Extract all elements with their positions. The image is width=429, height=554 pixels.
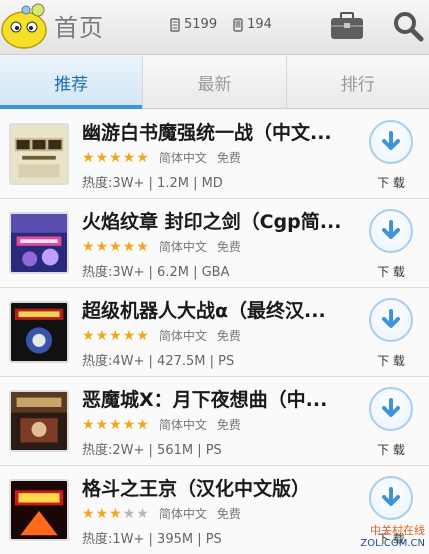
star-icon: ★ [95, 238, 109, 255]
game-thumbnail [9, 301, 69, 363]
rating-stars: ★ ★ ★ ★ ★ [82, 507, 149, 521]
tab-bar: 推荐 最新 排行 [0, 56, 429, 109]
star-icon: ★ [136, 327, 149, 344]
rating-stars: ★ ★ ★ ★ ★ [82, 240, 149, 254]
game-language: 简体中文 [158, 507, 207, 521]
game-meta: ★ ★ ★ ★ ★ 简体中文 免费 [82, 238, 241, 255]
star-icon: ★ [95, 416, 109, 433]
star-empty-icon: ★ [122, 505, 136, 522]
download-button[interactable]: 下 载 [369, 298, 415, 370]
search-icon[interactable] [392, 10, 424, 42]
game-language: 简体中文 [158, 329, 207, 343]
star-icon: ★ [82, 416, 95, 433]
game-thumbnail [9, 479, 69, 541]
game-price: 免费 [216, 329, 241, 343]
star-icon: ★ [122, 416, 136, 433]
game-price: 免费 [216, 151, 241, 165]
game-info: 热度:2W+ | 561M | PS [82, 443, 222, 458]
game-thumbnail [9, 123, 69, 185]
list-item[interactable]: 超级机器人大战α（最终汉... ★ ★ ★ ★ ★ 简体中文 免费 热度:4W+ | 4… [0, 288, 429, 377]
list-item[interactable]: 恶魔城X：月下夜想曲（中... ★ ★ ★ ★ ★ 简体中文 免费 热度:2W+ | 5… [0, 377, 429, 466]
game-thumbnail [9, 212, 69, 274]
rating-stars: ★ ★ ★ ★ ★ [82, 418, 149, 432]
watermark: 中关村在线 ZOL.COM.CN [360, 524, 425, 550]
game-meta: ★ ★ ★ ★ ★ 简体中文 免费 [82, 149, 241, 166]
star-icon: ★ [95, 149, 109, 166]
download-label: 下 载 [377, 443, 405, 457]
game-thumbnail [9, 390, 69, 452]
star-icon: ★ [82, 149, 95, 166]
star-icon: ★ [122, 327, 136, 344]
download-button[interactable]: 下 载 [369, 120, 415, 192]
download-arrow-icon [382, 131, 400, 150]
game-language: 简体中文 [158, 240, 207, 254]
tab-recommended[interactable]: 推荐 [0, 56, 143, 109]
list-item[interactable]: 火焰纹章 封印之剑（Cgp简... ★ ★ ★ ★ ★ 简体中文 免费 热度:3W+ |… [0, 199, 429, 288]
page-title: 首页 [54, 14, 104, 42]
star-icon: ★ [136, 149, 149, 166]
star-icon: ★ [95, 505, 109, 522]
download-arrow-icon [382, 309, 400, 328]
star-icon: ★ [82, 505, 95, 522]
star-icon: ★ [136, 238, 149, 255]
star-icon: ★ [109, 149, 122, 166]
game-list: 幽游白书魔强统一战（中文... ★ ★ ★ ★ ★ 简体中文 免费 热度:3W+ | 1… [0, 110, 429, 554]
game-language: 简体中文 [158, 418, 207, 432]
game-title[interactable]: 恶魔城X：月下夜想曲（中... [82, 385, 362, 412]
tab-ranking[interactable]: 排行 [285, 56, 429, 108]
toolbox-icon[interactable] [330, 12, 364, 40]
watermark-line2: ZOL.COM.CN [360, 538, 425, 549]
download-label: 下 载 [377, 176, 405, 190]
download-button[interactable]: 下 载 [369, 209, 415, 281]
star-icon: ★ [122, 149, 136, 166]
download-label: 下 载 [377, 354, 405, 368]
game-language: 简体中文 [158, 151, 207, 165]
game-title[interactable]: 幽游白书魔强统一战（中文... [82, 118, 362, 145]
download-arrow-icon [382, 220, 400, 239]
game-meta: ★ ★ ★ ★ ★ 简体中文 免费 [82, 505, 241, 522]
games-count: 5199 [184, 17, 218, 32]
star-icon: ★ [109, 416, 122, 433]
download-arrow-icon [382, 487, 400, 506]
star-icon: ★ [109, 238, 122, 255]
star-icon: ★ [109, 327, 122, 344]
star-empty-icon: ★ [136, 505, 149, 522]
star-icon: ★ [109, 505, 122, 522]
game-info: 热度:1W+ | 395M | PS [82, 532, 222, 547]
game-meta: ★ ★ ★ ★ ★ 简体中文 免费 [82, 416, 241, 433]
star-icon: ★ [95, 327, 109, 344]
tab-latest[interactable]: 最新 [142, 56, 285, 108]
star-icon: ★ [136, 416, 149, 433]
star-icon: ★ [82, 238, 95, 255]
game-price: 免费 [216, 507, 241, 521]
phone-icon [233, 17, 243, 32]
apps-count: 194 [247, 17, 272, 32]
star-icon: ★ [122, 238, 136, 255]
list-item[interactable]: 幽游白书魔强统一战（中文... ★ ★ ★ ★ ★ 简体中文 免费 热度:3W+ | 1… [0, 110, 429, 199]
download-arrow-icon [382, 398, 400, 417]
game-info: 热度:4W+ | 427.5M | PS [82, 354, 235, 369]
stats-bar: 5199 194 [170, 17, 272, 32]
game-info: 热度:3W+ | 6.2M | GBA [82, 265, 230, 280]
download-label: 下 载 [377, 265, 405, 279]
rating-stars: ★ ★ ★ ★ ★ [82, 151, 149, 165]
game-meta: ★ ★ ★ ★ ★ 简体中文 免费 [82, 327, 241, 344]
game-count-icon [170, 17, 180, 32]
top-bar: 首页 5199 194 [0, 0, 429, 55]
rating-stars: ★ ★ ★ ★ ★ [82, 329, 149, 343]
game-title[interactable]: 超级机器人大战α（最终汉... [82, 296, 362, 323]
game-price: 免费 [216, 240, 241, 254]
app-logo-icon[interactable] [0, 2, 50, 50]
star-icon: ★ [82, 327, 95, 344]
watermark-line1: 中关村在线 [370, 524, 425, 537]
download-button[interactable]: 下 载 [369, 387, 415, 459]
game-info: 热度:3W+ | 1.2M | MD [82, 176, 223, 191]
game-title[interactable]: 火焰纹章 封印之剑（Cgp简... [82, 207, 362, 234]
game-price: 免费 [216, 418, 241, 432]
game-title[interactable]: 格斗之王京（汉化中文版） [82, 474, 362, 501]
